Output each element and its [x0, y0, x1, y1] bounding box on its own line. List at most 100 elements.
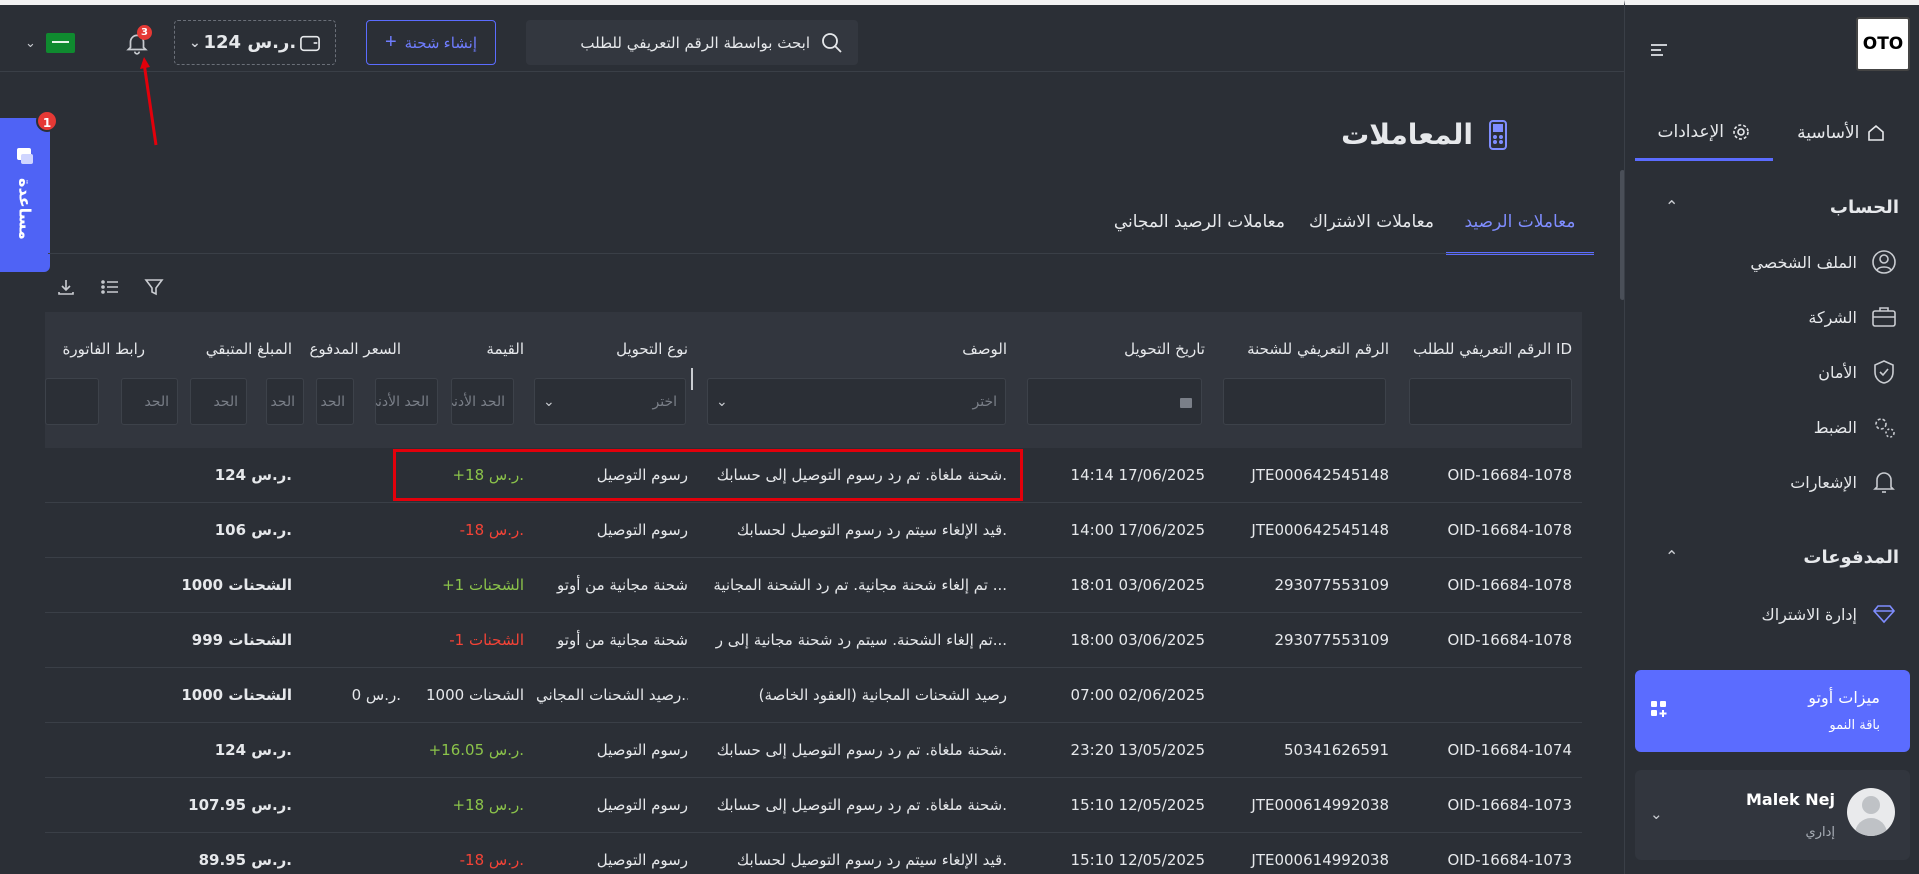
- cell-description: شحنة ملغاة. تم رد رسوم التوصيل إلى حسابك…: [716, 796, 1007, 814]
- create-shipment-button[interactable]: + إنشاء شحنة: [366, 20, 496, 65]
- wallet-balance-button[interactable]: ⌄ 124 ر.س.: [174, 20, 336, 65]
- column-header-type: نوع التحويل: [616, 340, 688, 358]
- tab-balance-transactions[interactable]: معاملات الرصيد: [1446, 205, 1594, 255]
- cell-shipment-id: JTE000642545148: [1251, 466, 1389, 484]
- sidebar-item-label: الأمان: [1818, 362, 1857, 382]
- cell-date: 14:14 17/06/2025: [1070, 466, 1205, 484]
- chat-help-icon: [17, 148, 33, 164]
- cell-paid-price: 0 ر.س.: [351, 686, 401, 704]
- sidebar-item-profile[interactable]: الملف الشخصي: [1750, 247, 1899, 277]
- chevron-up-icon[interactable]: ⌃: [1665, 547, 1678, 566]
- cell-shipment-id: JTE000642545148: [1251, 521, 1389, 539]
- cell-order-id: OID-16684-1073: [1447, 851, 1573, 869]
- sidebar-tab-basic[interactable]: الأساسية: [1773, 105, 1911, 161]
- cell-order-id: OID-16684-1078: [1447, 521, 1573, 539]
- sidebar-item-security[interactable]: الأمان: [1818, 357, 1899, 387]
- sidebar-item-notifications[interactable]: الإشعارات: [1790, 467, 1899, 497]
- cell-date: 15:10 12/05/2025: [1070, 851, 1205, 869]
- diamond-icon: [1869, 599, 1899, 629]
- cell-order-id: [1402, 668, 1572, 723]
- bell-icon: [1869, 467, 1899, 497]
- table-row[interactable]: OID-16684-1073 JTE000614992038 15:10 12/05…: [45, 833, 1582, 874]
- cell-type: شحنة مجانية من أوتو: [557, 576, 688, 594]
- pos-terminal-icon: [1489, 119, 1507, 150]
- shipment-id-filter[interactable]: [1223, 378, 1386, 425]
- column-header-description: الوصف: [962, 340, 1007, 358]
- sidebar-item-subscription[interactable]: إدارة الاشتراك: [1762, 599, 1899, 629]
- menu-icon[interactable]: [1649, 43, 1669, 57]
- cell-type: رسوم التوصيل: [596, 796, 688, 814]
- tabs-divider: [48, 253, 1594, 254]
- search-input[interactable]: ابحث بواسطة الرقم التعريفي للطلب: [526, 20, 858, 65]
- help-tab[interactable]: مساعدة: [0, 118, 50, 272]
- sidebar-item-company[interactable]: الشركة: [1808, 302, 1899, 332]
- cell-date: 14:00 17/06/2025: [1070, 521, 1205, 539]
- cell-shipment-id: JTE000614992038: [1251, 851, 1389, 869]
- remaining-max-filter[interactable]: الحد: [121, 378, 178, 425]
- column-header-remaining: المبلغ المتبقي: [205, 340, 292, 358]
- paid-min-filter[interactable]: الحد: [316, 378, 354, 425]
- cell-paid-price: [306, 448, 401, 503]
- table-row[interactable]: 07:00 02/06/2025 رصيد الشحنات المجانية (ا…: [45, 668, 1582, 723]
- cell-remaining: 1000 الشحنات: [181, 576, 292, 594]
- text-cursor: [691, 368, 693, 390]
- sidebar-item-settings[interactable]: الضبط: [1814, 412, 1899, 442]
- chevron-down-icon: ⌄: [1650, 805, 1663, 823]
- country-selector[interactable]: ⌄: [25, 33, 75, 53]
- oto-logo[interactable]: OTO: [1856, 17, 1910, 71]
- user-menu[interactable]: Malek Nej إداري ⌄: [1635, 770, 1910, 860]
- oto-features-plan: باقة النمو: [1829, 718, 1880, 733]
- annotation-highlight-box: [393, 449, 1023, 501]
- home-icon: [1868, 124, 1885, 141]
- oto-features-title: ميزات أوتو: [1808, 688, 1880, 707]
- filter-icon[interactable]: [143, 276, 165, 298]
- cell-remaining: 1000 الشحنات: [181, 686, 292, 704]
- table-row[interactable]: OID-16684-1078 293077553109 18:01 03/06/20…: [45, 558, 1582, 613]
- sidebar-tab-settings[interactable]: الإعدادات: [1635, 105, 1773, 161]
- invoice-link-filter[interactable]: [45, 378, 99, 425]
- cell-paid-price: [306, 503, 401, 558]
- gears-icon: [1869, 412, 1899, 442]
- cell-shipment-id: 293077553109: [1274, 576, 1389, 594]
- gear-icon: [1733, 123, 1749, 140]
- column-header-paid-price: السعر المدفوع: [309, 340, 401, 358]
- user-role: إداري: [1805, 825, 1835, 840]
- cell-description: رصيد الشحنات المجانية (العقود الخاصة): [758, 686, 1007, 704]
- search-icon: [822, 32, 842, 53]
- type-filter[interactable]: ⌄ اختر: [534, 378, 686, 425]
- table-row[interactable]: OID-16684-1078 293077553109 18:00 03/06/20…: [45, 613, 1582, 668]
- sidebar-item-label: الملف الشخصي: [1750, 252, 1857, 272]
- download-icon[interactable]: [55, 276, 77, 298]
- table-row[interactable]: OID-16684-1078 JTE000642545148 14:00 17/06…: [45, 503, 1582, 558]
- columns-list-icon[interactable]: [99, 276, 121, 298]
- value-max-filter[interactable]: الحد الأدنى: [375, 378, 438, 425]
- briefcase-icon: [1869, 302, 1899, 332]
- cell-paid-price: [306, 558, 401, 613]
- cell-type: رسوم التوصيل: [596, 741, 688, 759]
- cell-shipment-id: 50341626591: [1284, 741, 1389, 759]
- tab-free-balance-transactions[interactable]: معاملات الرصيد المجاني: [1102, 205, 1297, 255]
- description-filter[interactable]: ⌄ اختر: [707, 378, 1006, 425]
- calendar-icon: [1180, 397, 1192, 408]
- value-min-filter[interactable]: الحد الأدنى: [451, 378, 514, 425]
- table-row[interactable]: OID-16684-1073 JTE000614992038 15:10 12/05…: [45, 778, 1582, 833]
- table-row[interactable]: OID-16684-1074 50341626591 23:20 13/05/202…: [45, 723, 1582, 778]
- oto-features-card[interactable]: ميزات أوتو باقة النمو: [1635, 670, 1910, 752]
- create-shipment-label: إنشاء شحنة: [404, 34, 478, 52]
- cell-type: رسوم التوصيل: [596, 851, 688, 869]
- sidebar-item-label: الشركة: [1808, 307, 1857, 327]
- cell-remaining: 999 الشحنات: [191, 631, 292, 649]
- cell-type: شحنة مجانية من أوتو: [557, 631, 688, 649]
- order-id-filter[interactable]: [1409, 378, 1572, 425]
- cell-date: 15:10 12/05/2025: [1070, 796, 1205, 814]
- chevron-up-icon[interactable]: ⌃: [1665, 197, 1678, 216]
- saudi-flag-icon: [45, 33, 75, 53]
- paid-max-filter[interactable]: الحد: [266, 378, 304, 425]
- remaining-min-filter[interactable]: الحد: [190, 378, 247, 425]
- date-filter[interactable]: [1027, 378, 1202, 425]
- cell-remaining: 124 ر.س.: [214, 741, 292, 759]
- tab-subscription-transactions[interactable]: معاملات الاشتراك: [1297, 205, 1446, 255]
- notifications-badge: 3: [137, 25, 152, 40]
- page-title: المعاملات: [1341, 118, 1509, 151]
- search-placeholder: ابحث بواسطة الرقم التعريفي للطلب: [580, 33, 810, 52]
